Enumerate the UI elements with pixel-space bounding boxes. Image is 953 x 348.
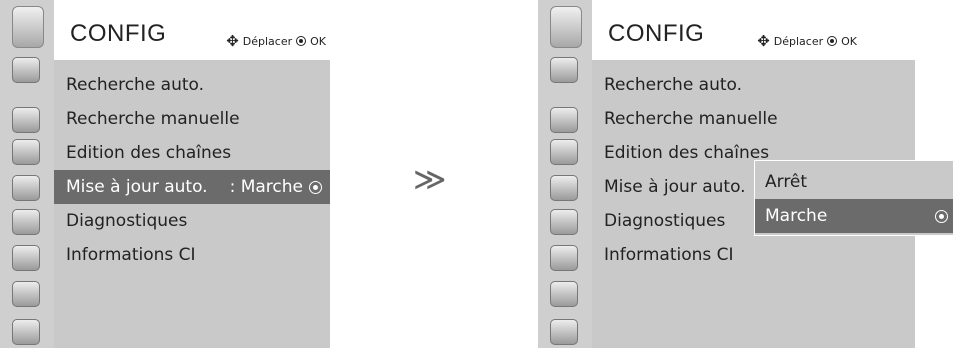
menu-item-label: Recherche manuelle: [604, 109, 778, 129]
ok-icon: [296, 36, 307, 46]
config-icon: [550, 6, 582, 48]
submenu-option-marche[interactable]: Marche: [755, 199, 953, 233]
option-submenu: Arrêt Marche: [754, 160, 953, 236]
speaker-icon[interactable]: [542, 136, 586, 168]
menu-item-recherche-auto[interactable]: Recherche auto.: [54, 68, 330, 102]
calendar-icon[interactable]: [542, 206, 586, 238]
icon-sidebar: [0, 0, 54, 348]
speaker-icon[interactable]: [4, 136, 48, 168]
menu-item-recherche-manuelle[interactable]: Recherche manuelle: [54, 102, 330, 136]
config-menu-left: CONFIG ✥ Déplacer OK Recherche auto. Rec…: [0, 0, 330, 348]
menu-item-informations-ci[interactable]: Informations CI: [592, 238, 868, 272]
menu-item-edition-chaines[interactable]: Edition des chaînes: [54, 136, 330, 170]
submenu-option-arret[interactable]: Arrêt: [755, 165, 953, 199]
tv-screen-icon[interactable]: [542, 104, 586, 136]
plug-icon[interactable]: [4, 278, 48, 310]
config-menu-right: CONFIG ✥ Déplacer OK Recherche auto. Rec…: [538, 0, 953, 348]
lock-icon[interactable]: [542, 242, 586, 274]
satellite-dish-icon[interactable]: [542, 54, 586, 86]
hint-ok: OK: [841, 34, 857, 48]
next-step-arrow: ≫: [413, 160, 447, 198]
menu-item-label: Mise à jour auto.: [604, 177, 746, 197]
icon-sidebar: [538, 0, 592, 348]
hint-move: Déplacer: [242, 34, 293, 48]
clock-icon[interactable]: [4, 172, 48, 204]
menu-item-recherche-auto[interactable]: Recherche auto.: [592, 68, 868, 102]
calendar-icon[interactable]: [4, 206, 48, 238]
nav-hints: ✥ Déplacer OK: [757, 32, 857, 50]
move-arrows-icon: ✥: [226, 32, 239, 50]
tv-screen-icon[interactable]: [4, 104, 48, 136]
satellite-dish-icon[interactable]: [4, 54, 48, 86]
setting-value-text: : Marche: [229, 177, 303, 197]
selected-radio-icon: [309, 180, 322, 194]
selected-radio-icon: [935, 210, 948, 223]
config-icon: [12, 6, 44, 48]
menu-item-label: Edition des chaînes: [66, 143, 232, 163]
hint-move: Déplacer: [773, 34, 824, 48]
photo-icon[interactable]: [4, 316, 48, 348]
clock-icon[interactable]: [542, 172, 586, 204]
nav-hints: ✥ Déplacer OK: [226, 32, 326, 50]
lock-icon[interactable]: [4, 242, 48, 274]
menu-item-label: Diagnostiques: [66, 211, 188, 231]
menu-list: Recherche auto. Recherche manuelle Editi…: [54, 60, 330, 348]
menu-item-label: Informations CI: [604, 245, 734, 265]
menu-item-label: Recherche auto.: [66, 75, 205, 95]
menu-item-label: Mise à jour auto.: [66, 177, 208, 197]
move-arrows-icon: ✥: [757, 32, 770, 50]
submenu-option-label: Marche: [765, 206, 828, 226]
setting-value: : Marche: [230, 170, 322, 204]
menu-item-label: Recherche manuelle: [66, 109, 240, 129]
menu-item-label: Recherche auto.: [604, 75, 743, 95]
menu-item-label: Informations CI: [66, 245, 196, 265]
menu-header: CONFIG ✥ Déplacer OK: [592, 0, 953, 60]
menu-title: CONFIG: [608, 20, 705, 47]
hint-ok: OK: [310, 34, 326, 48]
ok-icon: [827, 36, 838, 46]
menu-item-informations-ci[interactable]: Informations CI: [54, 238, 330, 272]
menu-header: CONFIG ✥ Déplacer OK: [54, 0, 330, 60]
submenu-option-label: Arrêt: [765, 172, 808, 192]
plug-icon[interactable]: [542, 278, 586, 310]
photo-icon[interactable]: [542, 316, 586, 348]
menu-item-mise-a-jour-auto[interactable]: Mise à jour auto. : Marche: [54, 170, 330, 204]
menu-item-diagnostiques[interactable]: Diagnostiques: [54, 204, 330, 238]
menu-item-label: Edition des chaînes: [604, 143, 770, 163]
menu-item-recherche-manuelle[interactable]: Recherche manuelle: [592, 102, 868, 136]
menu-item-label: Diagnostiques: [604, 211, 726, 231]
menu-title: CONFIG: [70, 20, 167, 47]
